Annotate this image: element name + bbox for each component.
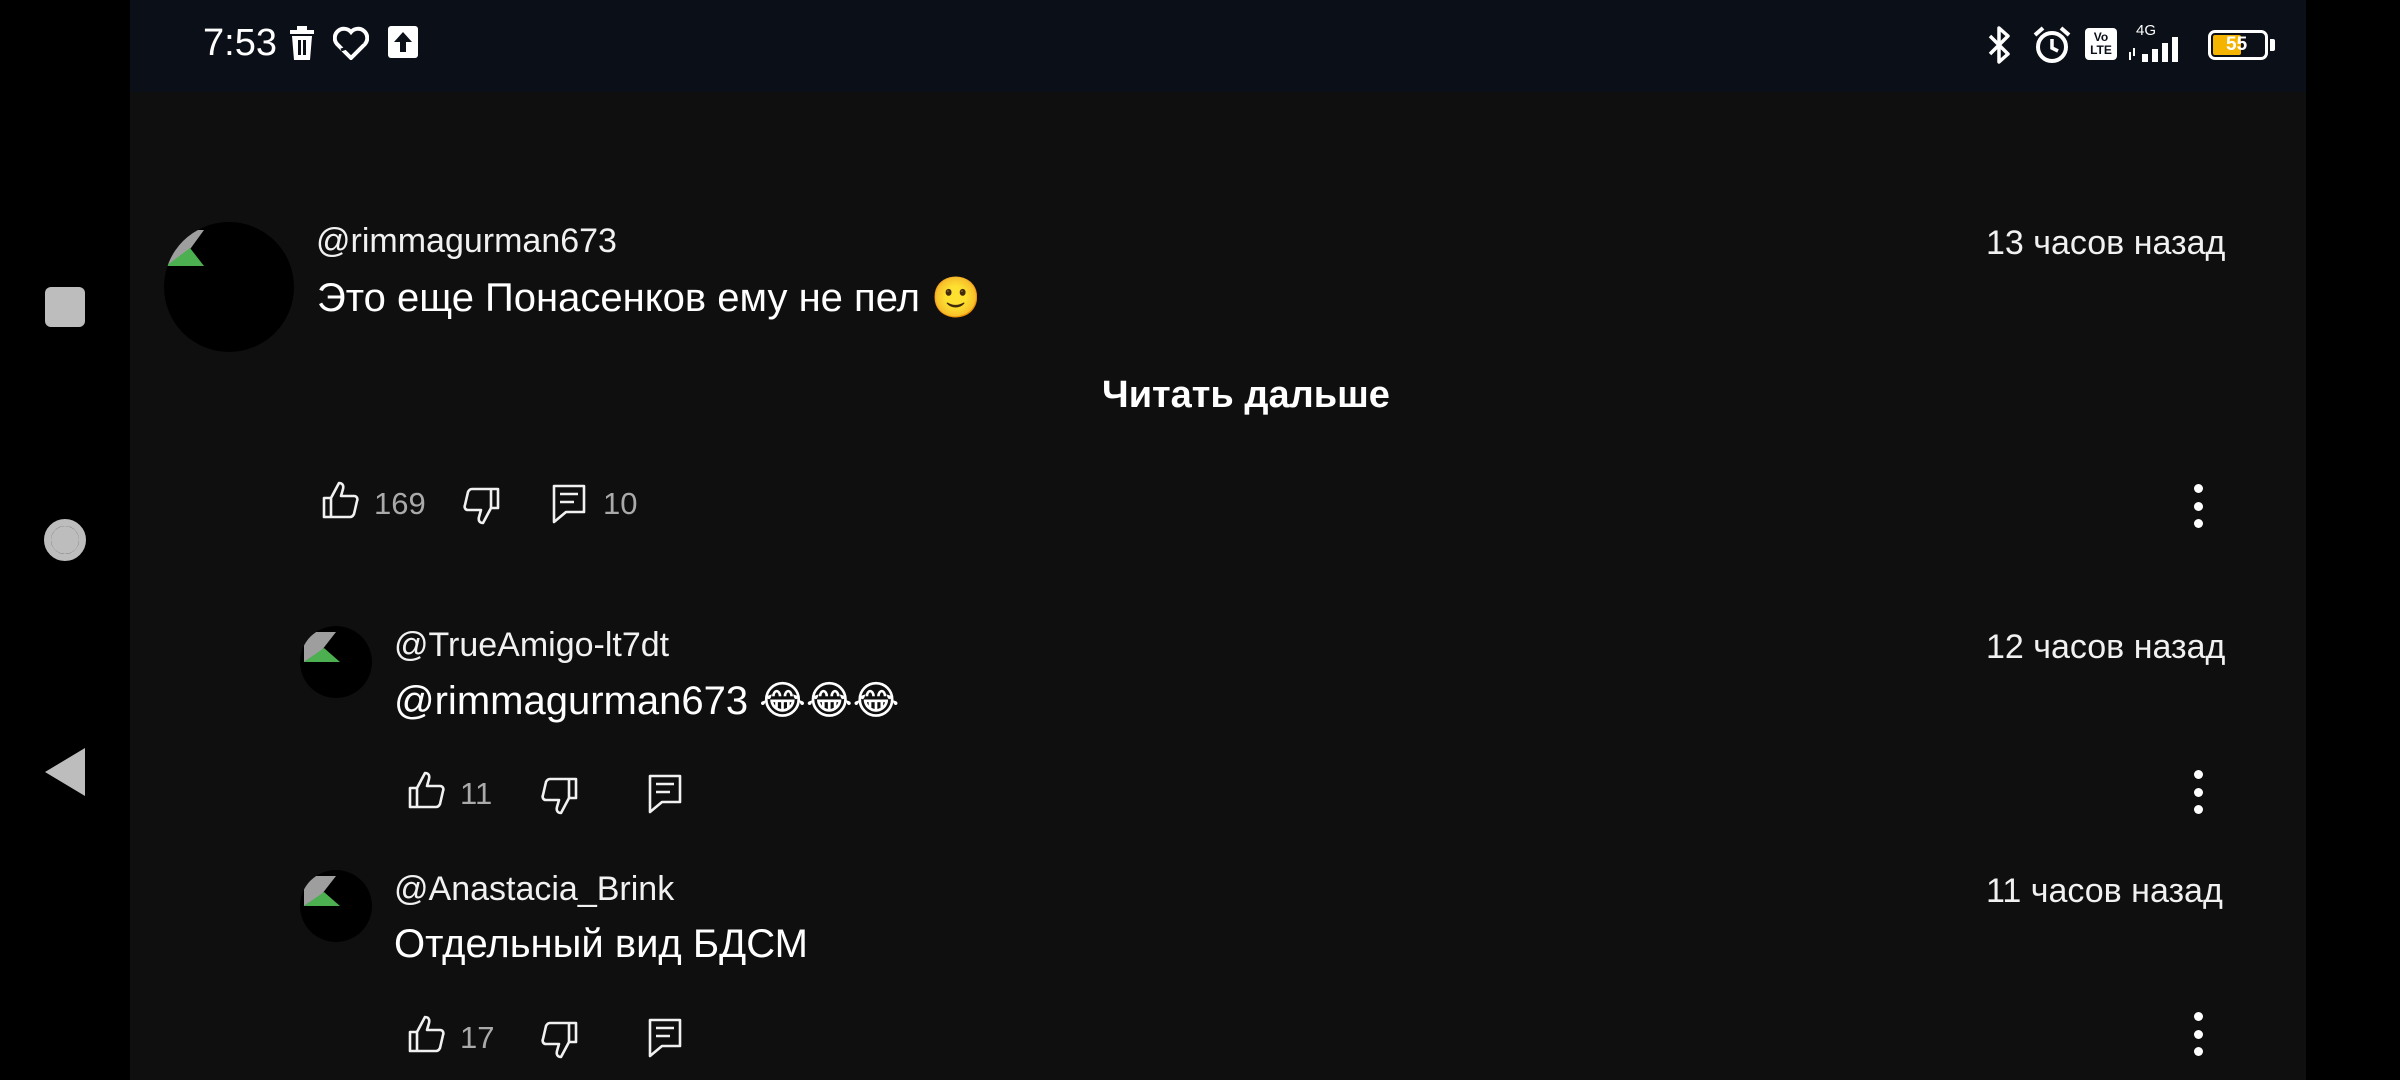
dislike-icon[interactable]	[540, 776, 580, 816]
home-button[interactable]	[30, 505, 100, 575]
comment-author[interactable]: @rimmagurman673	[316, 222, 617, 261]
battery-icon: 55	[2208, 30, 2276, 62]
reply-icon[interactable]	[648, 774, 682, 814]
comment-timestamp: 12 часов назад	[1986, 628, 2226, 666]
dislike-icon[interactable]	[462, 486, 502, 526]
comment-author[interactable]: @TrueAmigo-lt7dt	[394, 626, 669, 665]
like-count: 17	[460, 1020, 495, 1055]
recents-icon	[45, 287, 85, 327]
trash-icon	[290, 26, 314, 60]
like-count: 169	[374, 486, 426, 521]
comment-text: Отдельный вид БДСМ	[394, 922, 808, 966]
comment-timestamp: 11 часов назад	[1986, 872, 2223, 910]
more-options-button[interactable]	[2178, 762, 2218, 822]
more-options-button[interactable]	[2178, 1004, 2218, 1064]
battery-level: 55	[2226, 34, 2248, 55]
status-bar: 7:53 Vo LTE 4G 55	[130, 0, 2306, 92]
like-count: 11	[460, 776, 493, 811]
signal-4g-icon: 4G	[2128, 22, 2188, 62]
health-icon	[333, 26, 369, 60]
avatar[interactable]	[164, 222, 294, 352]
home-icon	[44, 519, 86, 561]
comment-text: Это еще Понасенков ему не пел 🙂	[317, 276, 981, 320]
bluetooth-icon	[1988, 26, 2010, 64]
comment-author[interactable]: @Anastacia_Brink	[394, 870, 674, 909]
avatar[interactable]	[300, 870, 372, 942]
broken-image-icon	[166, 230, 204, 266]
comment-text: @rimmagurman673 😂😂😂	[394, 679, 900, 723]
reply-icon[interactable]	[648, 1018, 682, 1058]
recents-button[interactable]	[30, 272, 100, 342]
read-more-button[interactable]: Читать дальше	[1102, 374, 1390, 417]
like-icon[interactable]	[406, 770, 446, 810]
avatar[interactable]	[300, 626, 372, 698]
clock: 7:53	[203, 22, 277, 64]
reply-icon[interactable]	[552, 484, 586, 524]
dislike-icon[interactable]	[540, 1020, 580, 1060]
back-button[interactable]	[30, 737, 100, 807]
right-edge-strip	[2306, 0, 2400, 1080]
more-options-button[interactable]	[2178, 476, 2218, 536]
comment-timestamp: 13 часов назад	[1986, 224, 2226, 262]
broken-image-icon	[304, 876, 340, 906]
reply-count: 10	[603, 486, 638, 521]
broken-image-icon	[304, 632, 340, 662]
like-icon[interactable]	[406, 1014, 446, 1054]
like-icon[interactable]	[320, 480, 360, 520]
navigation-rail	[0, 0, 130, 1080]
alarm-icon	[2033, 26, 2071, 63]
volte-icon: Vo LTE	[2085, 28, 2117, 60]
back-icon	[45, 748, 85, 796]
upload-icon	[388, 26, 418, 58]
